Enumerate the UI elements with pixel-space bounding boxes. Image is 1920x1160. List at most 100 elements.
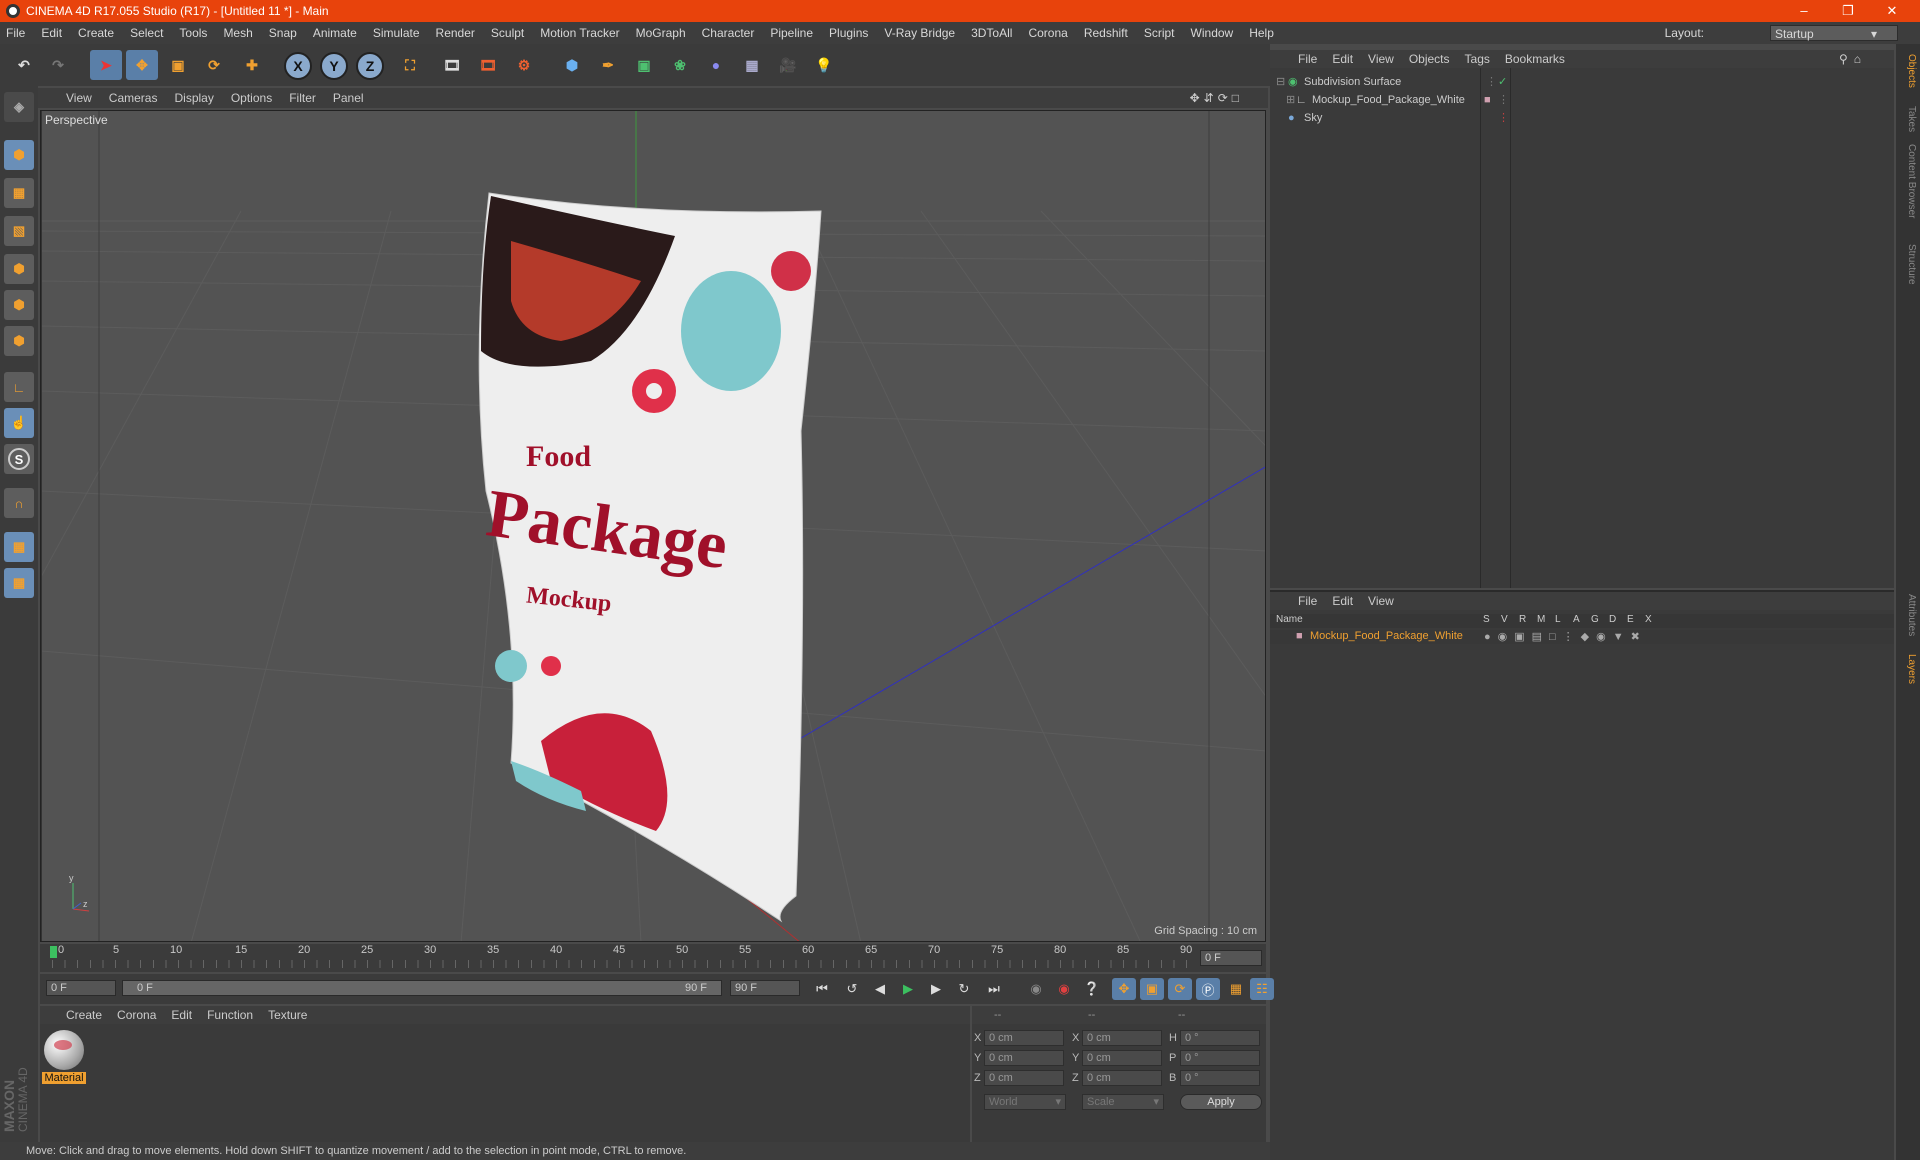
- minimize-icon[interactable]: –: [1782, 0, 1826, 22]
- menu-sculpt[interactable]: Sculpt: [491, 26, 524, 40]
- rotation-h-field[interactable]: 0 °: [1180, 1030, 1260, 1046]
- menu-mesh[interactable]: Mesh: [223, 26, 252, 40]
- tab-attributes[interactable]: Attributes: [1899, 594, 1917, 636]
- camera-icon[interactable]: 🎥: [772, 50, 804, 80]
- tab-objects[interactable]: Objects: [1899, 54, 1917, 88]
- workplane-lock-icon[interactable]: ▦: [4, 532, 34, 562]
- key-rotation-icon[interactable]: ⟳: [1168, 978, 1192, 1000]
- coordinate-system-icon[interactable]: ⛶: [394, 50, 426, 80]
- render-view-icon[interactable]: 🎞: [436, 50, 468, 80]
- play-icon[interactable]: ▶: [896, 978, 920, 1000]
- workplane-icon[interactable]: ▧: [4, 216, 34, 246]
- object-row[interactable]: ⊟ ◉ Subdivision Surface ⋮ ✓: [1270, 72, 1894, 92]
- menu-file[interactable]: File: [6, 26, 25, 40]
- x-axis-lock-icon[interactable]: X: [284, 52, 312, 80]
- solo-icon[interactable]: S: [4, 444, 34, 474]
- obj-menu-view[interactable]: View: [1368, 52, 1394, 66]
- cloner-icon[interactable]: ❀: [664, 50, 696, 80]
- menu-redshift[interactable]: Redshift: [1084, 26, 1128, 40]
- visibility-dots-icon[interactable]: ⋮: [1486, 72, 1497, 92]
- previous-frame-icon[interactable]: ◀: [868, 978, 892, 1000]
- restore-icon[interactable]: ❐: [1826, 0, 1870, 22]
- scale-tool-icon[interactable]: ▣: [162, 50, 194, 80]
- grid-snap-icon[interactable]: ▦: [4, 568, 34, 598]
- go-to-start-icon[interactable]: ⏮: [810, 978, 834, 1000]
- mat-menu-create[interactable]: Create: [66, 1008, 102, 1022]
- menu-pipeline[interactable]: Pipeline: [770, 26, 813, 40]
- perspective-viewport[interactable]: Food Package Mockup y z Perspective Grid…: [40, 110, 1266, 942]
- object-row[interactable]: ⊞ ∟ Mockup_Food_Package_White ■ ⋮: [1270, 90, 1894, 110]
- layer-menu-file[interactable]: File: [1298, 594, 1317, 608]
- cube-primitive-icon[interactable]: ⬢: [556, 50, 588, 80]
- frame-range-slider[interactable]: 0 F 90 F: [122, 980, 722, 996]
- mat-menu-edit[interactable]: Edit: [171, 1008, 192, 1022]
- viewport-menu-cameras[interactable]: Cameras: [109, 91, 158, 105]
- next-key-icon[interactable]: ↻: [952, 978, 976, 1000]
- visibility-dots-icon[interactable]: ⋮: [1498, 108, 1509, 128]
- render-to-picture-viewer-icon[interactable]: 🎞: [472, 50, 504, 80]
- menu-tools[interactable]: Tools: [179, 26, 207, 40]
- light-icon[interactable]: 💡: [808, 50, 840, 80]
- tweak-mode-icon[interactable]: ☝: [4, 408, 34, 438]
- deformer-icon[interactable]: ●: [700, 50, 732, 80]
- next-frame-icon[interactable]: ▶: [924, 978, 948, 1000]
- end-frame-field[interactable]: 90 F: [730, 980, 800, 996]
- rotate-tool-icon[interactable]: ⟳: [198, 50, 230, 80]
- menu-corona[interactable]: Corona: [1028, 26, 1067, 40]
- menu-vray-bridge[interactable]: V-Ray Bridge: [884, 26, 955, 40]
- mat-menu-corona[interactable]: Corona: [117, 1008, 156, 1022]
- tree-collapse-icon[interactable]: ⊟: [1276, 72, 1285, 92]
- layout-select[interactable]: Startup ▾: [1770, 25, 1898, 41]
- enabled-check-icon[interactable]: ✓: [1498, 72, 1507, 92]
- layer-menu-edit[interactable]: Edit: [1332, 594, 1353, 608]
- obj-menu-tags[interactable]: Tags: [1465, 52, 1490, 66]
- menu-render[interactable]: Render: [436, 26, 475, 40]
- menu-simulate[interactable]: Simulate: [373, 26, 420, 40]
- spline-pen-icon[interactable]: ✒: [592, 50, 624, 80]
- material-swatch[interactable]: Material: [42, 1030, 86, 1088]
- rotation-b-field[interactable]: 0 °: [1180, 1070, 1260, 1086]
- record-keys-icon[interactable]: ◉: [1024, 978, 1048, 1000]
- tree-expand-icon[interactable]: ⊞: [1286, 90, 1295, 110]
- z-axis-lock-icon[interactable]: Z: [356, 52, 384, 80]
- key-position-icon[interactable]: ✥: [1112, 978, 1136, 1000]
- menu-edit[interactable]: Edit: [41, 26, 62, 40]
- polygons-mode-icon[interactable]: ⬢: [4, 326, 34, 356]
- mat-menu-function[interactable]: Function: [207, 1008, 253, 1022]
- layer-row[interactable]: ■ Mockup_Food_Package_White ●◉▣▤□⋮◆◉▼✖: [1270, 630, 1894, 644]
- y-axis-lock-icon[interactable]: Y: [320, 52, 348, 80]
- menu-window[interactable]: Window: [1191, 26, 1234, 40]
- mat-menu-texture[interactable]: Texture: [268, 1008, 307, 1022]
- layer-menu-view[interactable]: View: [1368, 594, 1394, 608]
- timeline-window-icon[interactable]: ☷: [1250, 978, 1274, 1000]
- key-scale-icon[interactable]: ▣: [1140, 978, 1164, 1000]
- model-mode-icon[interactable]: ⬢: [4, 140, 34, 170]
- subdivision-surface-icon[interactable]: ▣: [628, 50, 660, 80]
- coordinate-space-select[interactable]: World ▾: [984, 1094, 1066, 1110]
- edges-mode-icon[interactable]: ⬢: [4, 290, 34, 320]
- layer-toggle-icons[interactable]: ●◉▣▤□⋮◆◉▼✖: [1484, 630, 1647, 643]
- size-mode-select[interactable]: Scale ▾: [1082, 1094, 1164, 1110]
- position-x-field[interactable]: 0 cm: [984, 1030, 1064, 1046]
- viewport-menu-panel[interactable]: Panel: [333, 91, 364, 105]
- tab-layers[interactable]: Layers: [1899, 654, 1917, 684]
- visibility-dots-icon[interactable]: ⋮: [1498, 90, 1509, 110]
- key-parameter-icon[interactable]: Ⓟ: [1196, 978, 1220, 1000]
- autokey-icon[interactable]: ◉: [1052, 978, 1076, 1000]
- menu-snap[interactable]: Snap: [269, 26, 297, 40]
- snap-magnet-icon[interactable]: ∩: [4, 488, 34, 518]
- keyframe-selection-icon[interactable]: ❔: [1080, 978, 1104, 1000]
- tab-content-browser[interactable]: Content Browser: [1899, 144, 1917, 218]
- render-settings-icon[interactable]: ⚙: [508, 50, 540, 80]
- menu-character[interactable]: Character: [702, 26, 755, 40]
- undo-icon[interactable]: ↶: [8, 50, 40, 80]
- object-row[interactable]: ● Sky ⋮: [1270, 108, 1894, 128]
- points-mode-icon[interactable]: ⬢: [4, 254, 34, 284]
- size-y-field[interactable]: 0 cm: [1082, 1050, 1162, 1066]
- apply-button[interactable]: Apply: [1180, 1094, 1262, 1110]
- tab-structure[interactable]: Structure: [1899, 244, 1917, 285]
- last-tool-icon[interactable]: ✚: [236, 50, 268, 80]
- menu-motion-tracker[interactable]: Motion Tracker: [540, 26, 619, 40]
- key-pla-icon[interactable]: ▦: [1224, 978, 1248, 1000]
- obj-menu-objects[interactable]: Objects: [1409, 52, 1450, 66]
